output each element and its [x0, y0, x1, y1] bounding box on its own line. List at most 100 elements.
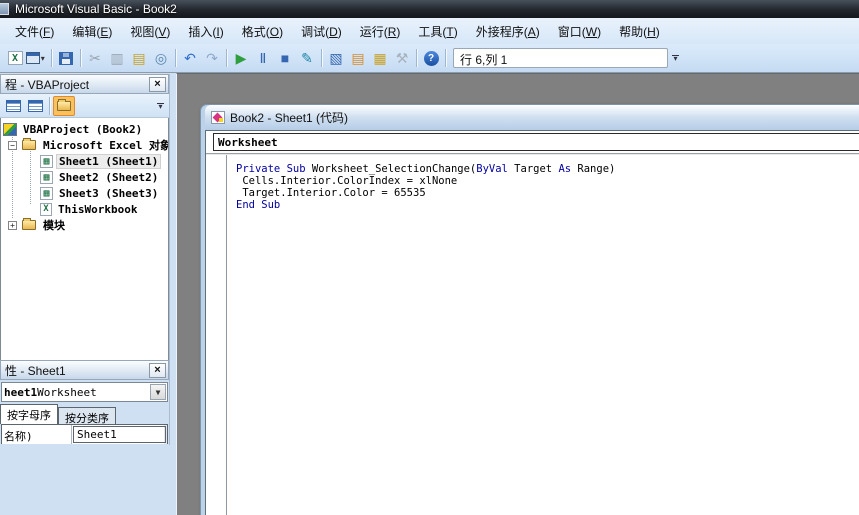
cut-icon: ✂ [89, 51, 101, 65]
code-line: Private Sub Worksheet_SelectionChange(By… [236, 163, 859, 175]
design-mode-icon: ✎ [301, 51, 313, 65]
redo-icon: ↷ [206, 51, 218, 65]
menu-h[interactable]: 帮助(H) [610, 19, 669, 44]
project-explorer-close-button[interactable]: × [149, 77, 166, 92]
toolbar-separator [51, 49, 52, 67]
cursor-position-status: 行 6,列 1 [453, 48, 668, 68]
help-icon: ? [424, 51, 439, 66]
tab-按字母序[interactable]: 按字母序 [0, 404, 58, 424]
reset-button[interactable]: ■ [274, 47, 296, 69]
toolbar-separator [416, 49, 417, 67]
vba-project-icon [3, 123, 17, 136]
menu-f[interactable]: 文件(F) [6, 19, 63, 44]
object-dropdown[interactable]: Worksheet [213, 133, 859, 151]
project-explorer-toolbar: ▾ [0, 94, 169, 118]
tree-item-label: Microsoft Excel 对象 [41, 137, 169, 153]
expand-icon[interactable]: + [8, 221, 17, 230]
code-line: End Sub [236, 199, 859, 211]
property-value-cell[interactable]: Sheet1 [73, 426, 166, 443]
properties-title: 性 - Sheet1 [5, 362, 149, 379]
object-browser-icon: ▦ [373, 51, 386, 65]
menu-d[interactable]: 调试(D) [292, 19, 351, 44]
menu-o[interactable]: 格式(O) [233, 19, 292, 44]
project-explorer-titlebar[interactable]: 程 - VBAProject × [0, 74, 169, 94]
paste-button[interactable]: ▤ [128, 47, 150, 69]
menu-t[interactable]: 工具(T) [409, 19, 466, 44]
view-object-icon [28, 100, 43, 112]
break-button[interactable]: Ⅱ [252, 47, 274, 69]
view-object-button[interactable] [24, 96, 46, 116]
find-icon: ◎ [155, 51, 167, 65]
code-window-client: Worksheet Private Sub Worksheet_Selectio… [205, 130, 859, 515]
menu-e[interactable]: 编辑(E) [63, 19, 121, 44]
tree-item-label: ThisWorkbook [56, 203, 139, 216]
menu-i[interactable]: 插入(I) [179, 19, 232, 44]
copy-button[interactable]: ▥ [106, 47, 128, 69]
run-button[interactable]: ▶ [230, 47, 252, 69]
properties-window-button[interactable]: ▤ [347, 47, 369, 69]
undo-icon: ↶ [184, 51, 196, 65]
tree-item-sheet1-sheet1[interactable]: ▦Sheet1 (Sheet1) [1, 153, 168, 169]
toolbar-overflow-button[interactable]: ▾ [669, 48, 682, 68]
mdi-client-area: Book2 - Sheet1 (代码) Worksheet Private Su… [176, 73, 859, 515]
collapse-icon[interactable]: − [8, 141, 17, 150]
tree-item-sheet2-sheet2[interactable]: ▦Sheet2 (Sheet2) [1, 169, 168, 185]
code-line: Cells.Interior.ColorIndex = xlNone [236, 175, 859, 187]
project-explorer-title: 程 - VBAProject [5, 76, 149, 93]
excel-icon: X [8, 51, 23, 65]
find-button[interactable]: ◎ [150, 47, 172, 69]
view-code-button[interactable] [2, 96, 24, 116]
toolbox-icon: ⚒ [396, 51, 409, 65]
save-button[interactable] [55, 47, 77, 69]
toolbar-separator [321, 49, 322, 67]
properties-tabs: 按字母序按分类序 [0, 403, 169, 424]
tab-按分类序[interactable]: 按分类序 [58, 407, 116, 424]
window-title: Microsoft Visual Basic - Book2 [15, 2, 177, 16]
tree-item-sheet3-sheet3[interactable]: ▦Sheet3 (Sheet3) [1, 185, 168, 201]
menu-v[interactable]: 视图(V) [121, 19, 179, 44]
menu-w[interactable]: 窗口(W) [549, 19, 610, 44]
save-icon [59, 52, 73, 65]
properties-close-button[interactable]: × [149, 363, 166, 378]
cut-button[interactable]: ✂ [84, 47, 106, 69]
reset-icon: ■ [281, 51, 289, 65]
code-window-icon [211, 111, 225, 124]
menu-r[interactable]: 运行(R) [351, 19, 410, 44]
design-mode-button[interactable]: ✎ [296, 47, 318, 69]
paste-icon: ▤ [132, 51, 145, 65]
code-editor[interactable]: Private Sub Worksheet_SelectionChange(By… [227, 154, 859, 515]
code-window-titlebar[interactable]: Book2 - Sheet1 (代码) [205, 105, 859, 130]
view-code-icon [6, 100, 21, 112]
dropdown-caret-icon[interactable]: ▾ [41, 54, 48, 63]
insert-userform-icon [26, 52, 40, 64]
code-body: Private Sub Worksheet_SelectionChange(By… [206, 154, 859, 515]
tree-item-vbaproject-book2[interactable]: VBAProject (Book2) [1, 121, 168, 137]
project-explorer-button[interactable]: ▧ [325, 47, 347, 69]
tree-item-microsoft-excel-对象[interactable]: − Microsoft Excel 对象 [1, 137, 168, 153]
redo-button[interactable]: ↷ [201, 47, 223, 69]
property-name-cell: 名称) [2, 425, 72, 444]
combo-dropdown-arrow-icon[interactable]: ▼ [150, 384, 166, 400]
workbook-icon: X [40, 203, 52, 216]
menu-a[interactable]: 外接程序(A) [467, 19, 549, 44]
tree-item-thisworkbook[interactable]: X ThisWorkbook [1, 201, 168, 217]
help-button[interactable]: ? [420, 47, 442, 69]
properties-object-combo[interactable]: heet1 Worksheet ▼ [1, 382, 168, 402]
run-icon: ▶ [236, 51, 247, 65]
insert-userform-button[interactable]: ▾ [26, 47, 48, 69]
project-toolbar-overflow-button[interactable]: ▾ [154, 96, 167, 116]
code-combo-row: Worksheet [206, 131, 859, 154]
tree-item-模块[interactable]: +模块 [1, 217, 168, 233]
tree-item-label: VBAProject (Book2) [21, 123, 144, 136]
undo-button[interactable]: ↶ [179, 47, 201, 69]
object-browser-button[interactable]: ▦ [369, 47, 391, 69]
properties-titlebar[interactable]: 性 - Sheet1 × [0, 360, 169, 380]
toggle-folders-button[interactable] [53, 96, 75, 116]
excel-button[interactable]: X [4, 47, 26, 69]
toolbox-button[interactable]: ⚒ [391, 47, 413, 69]
properties-panel: 性 - Sheet1 × heet1 Worksheet ▼ 按字母序按分类序 … [0, 360, 170, 445]
code-window: Book2 - Sheet1 (代码) Worksheet Private Su… [200, 104, 859, 515]
worksheet-icon: ▦ [40, 155, 53, 168]
properties-combo-object-name: heet1 [4, 386, 37, 399]
toggle-folders-icon [57, 101, 71, 111]
